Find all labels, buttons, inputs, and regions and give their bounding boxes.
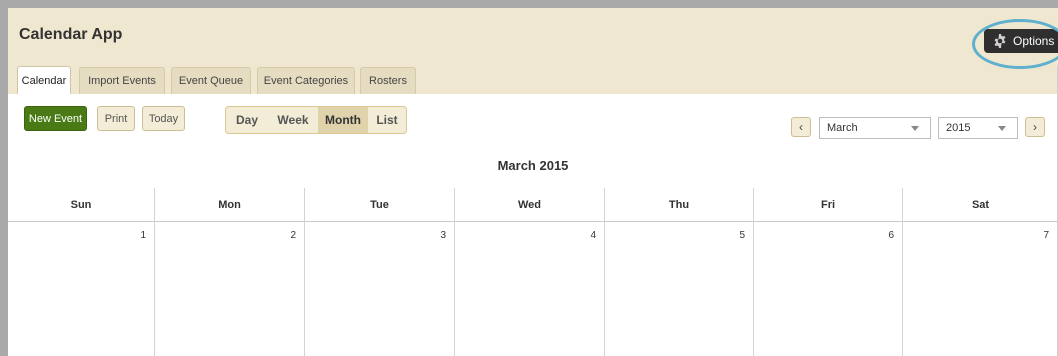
tab-event-queue[interactable]: Event Queue [171, 67, 251, 94]
day-cell[interactable]: 6 [754, 222, 903, 356]
chevron-left-icon: ‹ [799, 120, 803, 134]
day-header-sat: Sat [903, 188, 1058, 222]
next-month-button[interactable]: › [1025, 117, 1045, 137]
options-button[interactable]: Options [984, 29, 1058, 53]
day-number: 2 [290, 230, 296, 241]
day-cell[interactable]: 4 [455, 222, 605, 356]
day-header-mon: Mon [155, 188, 305, 222]
app-header: Calendar App Options Calendar Import Eve… [8, 8, 1058, 94]
calendar-app: Calendar App Options Calendar Import Eve… [8, 8, 1058, 356]
day-number: 1 [140, 230, 146, 241]
tab-label: Calendar [21, 74, 67, 87]
day-cell[interactable]: 2 [155, 222, 305, 356]
print-button[interactable]: Print [97, 106, 135, 131]
options-label: Options [1013, 34, 1055, 48]
day-header-sun: Sun [8, 188, 155, 222]
month-select-value: March [827, 122, 858, 134]
day-cell[interactable]: 5 [605, 222, 754, 356]
today-button[interactable]: Today [142, 106, 185, 131]
day-number: 6 [888, 230, 894, 241]
day-number: 4 [590, 230, 596, 241]
tab-label: Import Events [88, 75, 156, 87]
month-select[interactable]: March [819, 117, 931, 139]
view-month-button[interactable]: Month [318, 107, 368, 133]
tab-event-categories[interactable]: Event Categories [257, 67, 355, 94]
new-event-button[interactable]: New Event [24, 106, 87, 131]
day-number: 7 [1043, 230, 1049, 241]
tab-label: Rosters [369, 75, 407, 87]
tab-label: Event Categories [263, 75, 349, 87]
day-header-tue: Tue [305, 188, 455, 222]
view-switcher: Day Week Month List [225, 106, 407, 134]
view-week-button[interactable]: Week [268, 107, 318, 133]
day-cell[interactable]: 7 [903, 222, 1058, 356]
calendar-grid: Sun Mon Tue Wed Thu Fri Sat 1 2 3 4 5 6 … [8, 188, 1058, 356]
tab-label: Event Queue [178, 75, 244, 87]
day-number: 3 [440, 230, 446, 241]
previous-month-button[interactable]: ‹ [791, 117, 811, 137]
tab-calendar[interactable]: Calendar [17, 66, 71, 94]
app-title: Calendar App [19, 26, 123, 43]
chevron-down-icon [998, 126, 1006, 131]
day-number: 5 [739, 230, 745, 241]
day-cell[interactable]: 3 [305, 222, 455, 356]
year-select-value: 2015 [946, 122, 971, 134]
tab-rosters[interactable]: Rosters [360, 67, 416, 94]
year-select[interactable]: 2015 [938, 117, 1018, 139]
day-header-wed: Wed [455, 188, 605, 222]
gear-icon [994, 34, 1006, 48]
calendar-month-title: March 2015 [497, 158, 569, 173]
tab-import-events[interactable]: Import Events [79, 67, 165, 94]
view-list-button[interactable]: List [368, 107, 406, 133]
day-header-thu: Thu [605, 188, 754, 222]
chevron-down-icon [911, 126, 919, 131]
view-day-button[interactable]: Day [226, 107, 268, 133]
day-cell[interactable]: 1 [8, 222, 155, 356]
chevron-right-icon: › [1033, 120, 1037, 134]
day-header-fri: Fri [754, 188, 903, 222]
